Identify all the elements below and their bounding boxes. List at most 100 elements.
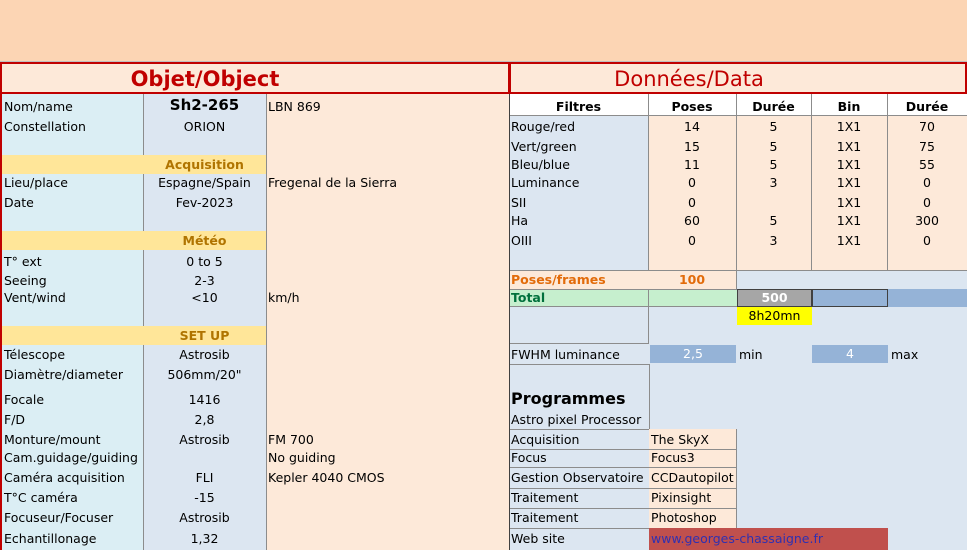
filter-row-duree: 5 <box>769 139 778 154</box>
guiding-extra: No guiding <box>268 450 336 465</box>
website-link[interactable]: www.georges-chassaigne.fr <box>651 530 823 548</box>
mount-label: Monture/mount <box>4 432 101 447</box>
sampling-value: 1,32 <box>190 531 219 546</box>
filter-row-poses: 11 <box>684 157 700 172</box>
focuser-value: Astrosib <box>179 510 230 525</box>
filter-row-duree: 3 <box>769 175 778 190</box>
object-name-extra: LBN 869 <box>268 99 321 114</box>
constellation-value: ORION <box>183 119 226 134</box>
camera-temp-label: T°C caméra <box>4 490 78 505</box>
setup-section-title: SET UP <box>179 328 230 343</box>
filter-row-poses: 14 <box>684 119 700 134</box>
program-item-value: Photoshop <box>651 510 717 525</box>
place-label: Lieu/place <box>4 175 68 190</box>
filter-row-total: 0 <box>923 175 931 190</box>
telescope-label: Télescope <box>4 347 66 362</box>
filter-row-total: 70 <box>919 119 935 134</box>
wind-value: <10 <box>191 290 218 305</box>
camera-temp-value: -15 <box>194 490 215 505</box>
meteo-section-title: Météo <box>182 233 227 248</box>
col-header-filtres: Filtres <box>555 99 602 114</box>
object-header-title: Objet/Object <box>130 67 280 91</box>
total-value: 500 <box>761 290 788 305</box>
total-blue-cell-1 <box>812 289 888 307</box>
filter-row-total: 75 <box>919 139 935 154</box>
seeing-value: 2-3 <box>194 273 215 288</box>
empty-row-cell <box>509 307 649 344</box>
filter-row-poses: 0 <box>688 175 696 190</box>
col-header-duree: Durée <box>752 99 795 114</box>
col-header-bin: Bin <box>837 99 861 114</box>
place-value: Espagne/Spain <box>158 175 251 190</box>
sampling-label: Echantillonage <box>4 531 97 546</box>
focal-label: Focale <box>4 392 45 407</box>
constellation-label: Constellation <box>4 119 86 134</box>
telescope-value: Astrosib <box>179 347 230 362</box>
poses-frames-label: Poses/frames <box>511 272 606 287</box>
guiding-label: Cam.guidage/guiding <box>4 450 138 465</box>
top-band <box>0 0 967 62</box>
object-name-label: Nom/name <box>4 99 73 114</box>
col-header-poses: Poses <box>671 99 713 114</box>
filter-row-poses: 60 <box>684 213 700 228</box>
fwhm-min-label: min <box>739 347 763 362</box>
programmes-title: Programmes <box>511 389 626 408</box>
total-label: Total <box>511 290 546 305</box>
total-time: 8h20mn <box>748 308 801 323</box>
filter-row-name: Bleu/blue <box>511 157 570 172</box>
object-name-value: Sh2-265 <box>169 96 240 114</box>
program-item-value: Pixinsight <box>651 490 712 505</box>
mount-value: Astrosib <box>179 432 230 447</box>
filter-row-duree: 5 <box>769 213 778 228</box>
filter-row-total: 55 <box>919 157 935 172</box>
program-item-label: Traitement <box>511 490 579 505</box>
filter-row-total: 0 <box>923 195 931 210</box>
programmes-first: Astro pixel Processor <box>511 412 642 427</box>
filter-row-bin: 1X1 <box>836 139 862 154</box>
program-item-label: Acquisition <box>511 432 580 447</box>
filter-row-name: Rouge/red <box>511 119 576 134</box>
place-extra: Fregenal de la Sierra <box>268 175 398 190</box>
filter-row-duree: 5 <box>769 157 778 172</box>
filter-row-duree: 3 <box>769 233 778 248</box>
filter-row-total: 0 <box>923 233 931 248</box>
temp-ext-label: T° ext <box>4 254 42 269</box>
fd-value: 2,8 <box>194 412 215 427</box>
filter-row-poses: 0 <box>688 195 696 210</box>
program-item-value: Focus3 <box>651 450 695 465</box>
seeing-label: Seeing <box>4 273 47 288</box>
filter-row-poses: 0 <box>688 233 696 248</box>
acquisition-section-title: Acquisition <box>165 157 244 172</box>
filter-row-bin: 1X1 <box>836 157 862 172</box>
temp-ext-value: 0 to 5 <box>186 254 223 269</box>
filter-row-name: OIII <box>511 233 532 248</box>
focal-value: 1416 <box>188 392 221 407</box>
fd-label: F/D <box>4 412 26 427</box>
fwhm-min-value: 2,5 <box>683 346 703 361</box>
program-item-label: Gestion Observatoire <box>511 470 644 485</box>
program-item-value: The SkyX <box>651 432 709 447</box>
filter-row-bin: 1X1 <box>836 119 862 134</box>
filter-row-name: Luminance <box>511 175 580 190</box>
program-item-label: Traitement <box>511 510 579 525</box>
wind-label: Vent/wind <box>4 290 66 305</box>
filter-row-bin: 1X1 <box>836 213 862 228</box>
camera-value: FLI <box>195 470 214 485</box>
fwhm-label: FWHM luminance <box>511 347 620 362</box>
website-label: Web site <box>511 531 565 546</box>
filter-row-bin: 1X1 <box>836 175 862 190</box>
fwhm-max-label: max <box>891 347 919 362</box>
filter-row-name: Vert/green <box>511 139 577 154</box>
filter-row-duree: 5 <box>769 119 778 134</box>
total-blue-cell-2 <box>888 289 967 307</box>
filter-row-name: Ha <box>511 213 529 228</box>
mount-extra: FM 700 <box>268 432 314 447</box>
date-value: Fev-2023 <box>175 195 234 210</box>
program-item-label: Focus <box>511 450 547 465</box>
poses-frames-value: 100 <box>678 272 706 287</box>
filter-row-name: SII <box>511 195 527 210</box>
date-label: Date <box>4 195 34 210</box>
focuser-label: Focuseur/Focuser <box>4 510 114 525</box>
camera-extra: Kepler 4040 CMOS <box>268 470 385 485</box>
diameter-value: 506mm/20" <box>167 367 242 382</box>
